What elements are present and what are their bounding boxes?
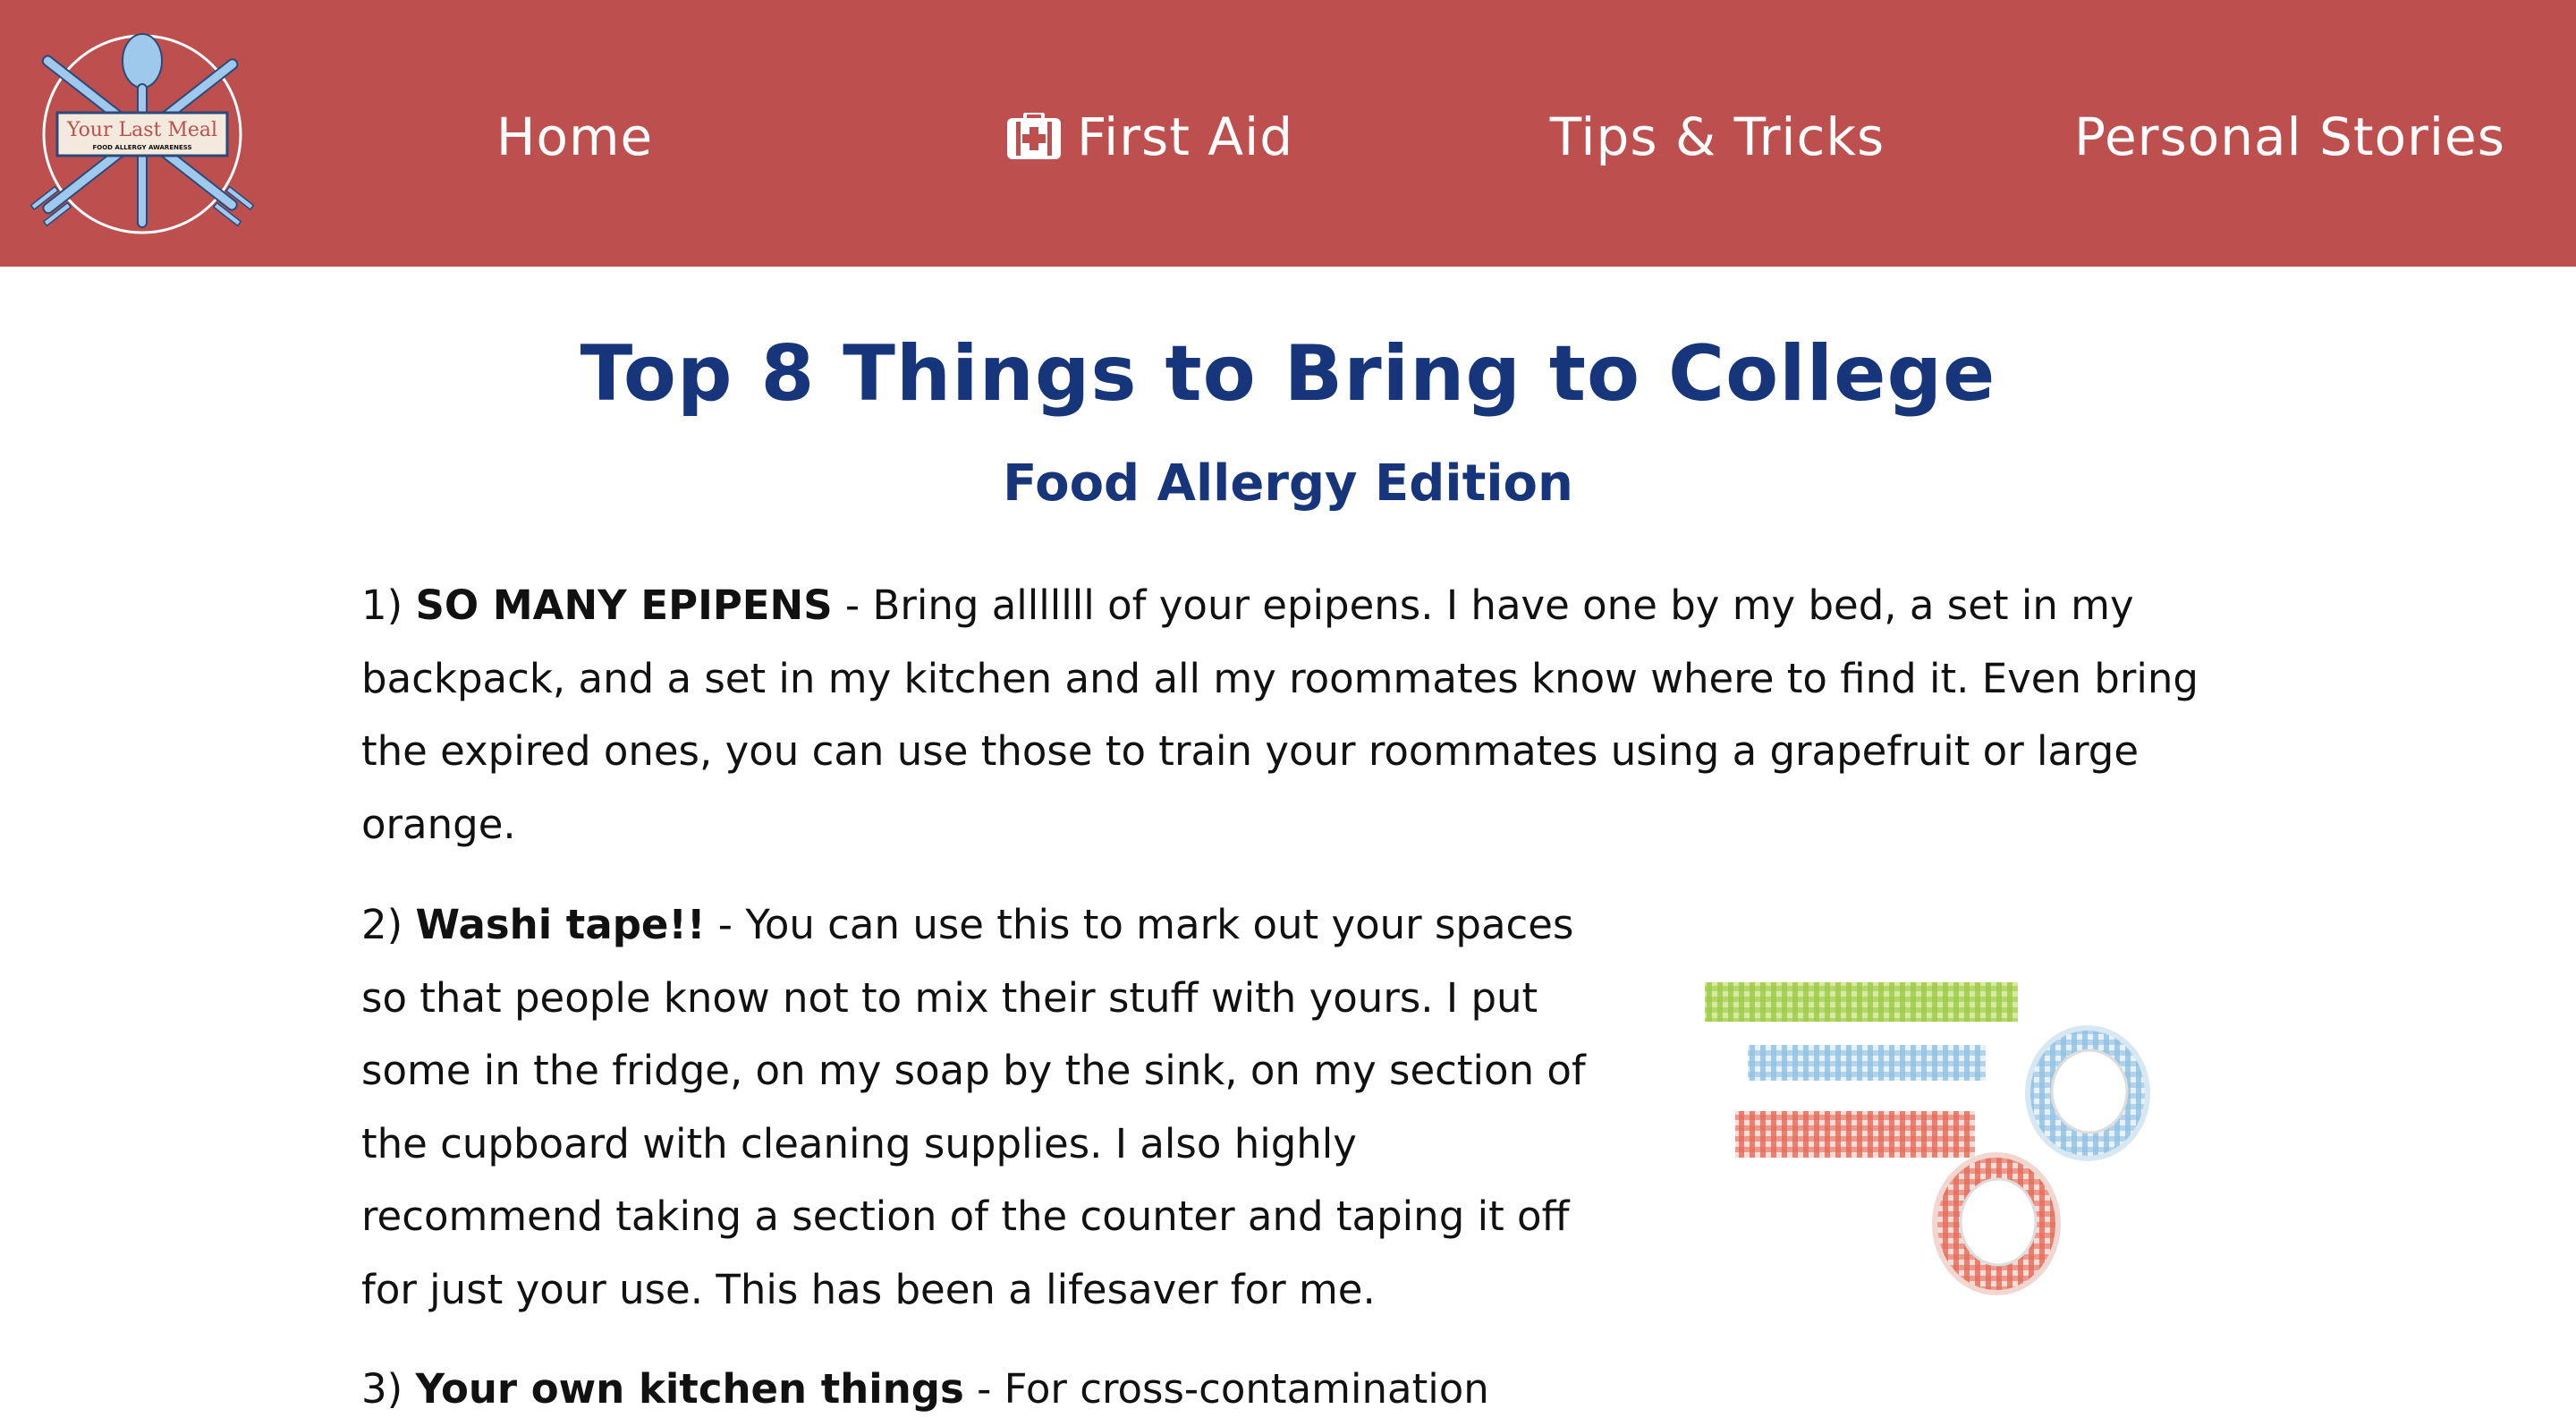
red-tape-strip: [1735, 1111, 1975, 1158]
item-heading: SO MANY EPIPENS: [415, 581, 833, 629]
nav-home-link[interactable]: Home: [420, 97, 729, 177]
list-item: 1) SO MANY EPIPENS - Bring alllllll of y…: [361, 569, 2204, 861]
list-item: 2) Washi tape!! - You can use this to ma…: [361, 888, 1596, 1326]
item-heading: Washi tape!!: [415, 901, 706, 948]
nav-personal-stories-link[interactable]: Personal Stories: [2074, 97, 2505, 177]
first-aid-kit-icon: [1005, 111, 1063, 161]
blue-tape-strip: [1748, 1045, 1986, 1081]
item-number: 1): [361, 581, 403, 629]
item-heading: Your own kitchen things: [415, 1365, 964, 1413]
nav-first-aid-link[interactable]: First Aid: [975, 97, 1324, 177]
item-text: - For cross-contamination: [963, 1365, 1489, 1413]
nav-tips-link[interactable]: Tips & Tricks: [1538, 97, 1896, 177]
blue-tape-roll: [2025, 1025, 2150, 1161]
green-tape-strip: [1705, 982, 2018, 1022]
nav-personal-stories-label: Personal Stories: [2074, 106, 2505, 167]
red-tape-roll: [1932, 1152, 2061, 1295]
washi-tape-image: [1642, 921, 2191, 1344]
page-title: Top 8 Things to Bring to College: [580, 329, 1996, 419]
item-number: 3): [361, 1365, 403, 1413]
item-text: - You can use this to mark out your spac…: [361, 901, 1586, 1313]
item-number: 2): [361, 901, 403, 948]
crossed-utensils-logo-icon: Your Last Meal FOOD ALLERGY AWARENESS: [30, 33, 255, 234]
nav-home-label: Home: [496, 106, 654, 167]
site-logo[interactable]: Your Last Meal FOOD ALLERGY AWARENESS: [23, 30, 261, 238]
logo-tagline: FOOD ALLERGY AWARENESS: [92, 144, 191, 151]
nav-tips-label: Tips & Tricks: [1549, 106, 1885, 167]
nav-first-aid-label: First Aid: [1076, 106, 1294, 167]
top-navbar: Your Last Meal FOOD ALLERGY AWARENESS Ho…: [0, 0, 2576, 267]
page-subtitle: Food Allergy Edition: [1003, 454, 1573, 513]
logo-title: Your Last Meal: [66, 119, 217, 141]
list-item: 3) Your own kitchen things - For cross-c…: [361, 1353, 1614, 1426]
